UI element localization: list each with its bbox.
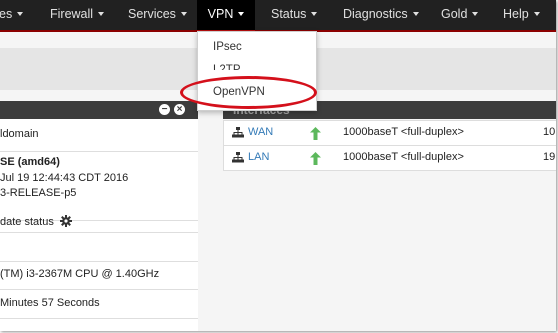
media-value: 1000baseT <full-duplex> xyxy=(343,126,464,138)
nav-firewall-label: Firewall xyxy=(50,7,94,21)
nav-vpn[interactable]: VPN xyxy=(197,0,255,32)
menu-item-ipsec[interactable]: IPsec xyxy=(213,41,242,53)
nav-services-label: Services xyxy=(128,7,176,21)
interface-link-lan[interactable]: LAN xyxy=(248,151,269,163)
version-row: SE (amd64) Jul 19 12:44:43 CDT 2016 3-RE… xyxy=(0,152,198,228)
chevron-down-icon xyxy=(180,12,187,16)
nav-gold[interactable]: Gold xyxy=(441,0,479,30)
top-navbar: es Firewall Services VPN Status Diagnost… xyxy=(0,0,556,32)
chevron-down-icon xyxy=(98,12,105,16)
hostname-row: ldomain xyxy=(0,119,198,152)
menu-item-openvpn[interactable]: OpenVPN xyxy=(213,86,265,98)
extra-value: 19 xyxy=(543,151,556,163)
cpu-row: (TM) i3-2367M CPU @ 1.40GHz xyxy=(0,261,198,290)
chevron-down-icon xyxy=(533,12,540,16)
chevron-down-icon xyxy=(238,12,245,16)
uptime-value: Minutes 57 Seconds xyxy=(0,297,100,309)
chevron-down-icon xyxy=(472,12,479,16)
cpu-value: (TM) i3-2367M CPU @ 1.40GHz xyxy=(0,268,160,280)
media-value: 1000baseT <full-duplex> xyxy=(343,151,464,163)
menu-item-l2tp[interactable]: L2TP xyxy=(213,64,241,70)
interface-link-wan[interactable]: WAN xyxy=(248,126,273,138)
platform-row xyxy=(0,232,198,262)
table-row: WAN 1000baseT <full-duplex> 10 xyxy=(224,121,556,146)
minus-circle-icon[interactable]: − xyxy=(159,104,170,115)
nav-status-label: Status xyxy=(271,7,307,21)
hostname-value: ldomain xyxy=(0,128,39,140)
network-icon xyxy=(232,127,244,138)
arrow-up-icon xyxy=(310,152,321,165)
system-info-panel: − × ldomain SE (amd64) Jul 19 12:44:43 C… xyxy=(0,101,198,331)
nav-gold-label: Gold xyxy=(441,7,468,21)
update-status-text: date status xyxy=(0,216,54,228)
nav-interfaces[interactable]: es xyxy=(0,0,24,30)
vpn-dropdown-menu: IPsec L2TP OpenVPN xyxy=(197,31,317,111)
nav-diagnostics[interactable]: Diagnostics xyxy=(343,0,419,30)
nav-help-label: Help xyxy=(503,7,529,21)
nav-firewall[interactable]: Firewall xyxy=(50,0,105,30)
close-circle-icon[interactable]: × xyxy=(174,104,185,115)
chevron-down-icon xyxy=(412,12,419,16)
nav-help[interactable]: Help xyxy=(503,0,540,30)
system-info-header: − × xyxy=(0,101,198,119)
version-line-1: SE (amd64) xyxy=(0,156,60,168)
nav-services[interactable]: Services xyxy=(128,0,187,30)
interfaces-panel: Interfaces WAN xyxy=(223,101,556,331)
uptime-row: Minutes 57 Seconds xyxy=(0,290,198,319)
browser-viewport: es Firewall Services VPN Status Diagnost… xyxy=(0,0,556,331)
nav-status[interactable]: Status xyxy=(271,0,318,30)
nav-vpn-label: VPN xyxy=(207,7,234,21)
chevron-down-icon xyxy=(311,12,318,16)
arrow-up-icon xyxy=(310,127,321,140)
gear-icon[interactable] xyxy=(60,215,72,227)
nav-interfaces-label: es xyxy=(0,7,13,21)
network-icon xyxy=(232,152,244,163)
chevron-down-icon xyxy=(17,12,24,16)
table-row: LAN 1000baseT <full-duplex> 19 xyxy=(224,146,556,170)
nav-diagnostics-label: Diagnostics xyxy=(343,7,408,21)
version-line-3: 3-RELEASE-p5 xyxy=(0,187,77,199)
extra-value: 10 xyxy=(543,126,556,138)
version-line-2: Jul 19 12:44:43 CDT 2016 xyxy=(0,172,129,184)
interfaces-table: WAN 1000baseT <full-duplex> 10 LAN 1000b… xyxy=(223,120,556,171)
